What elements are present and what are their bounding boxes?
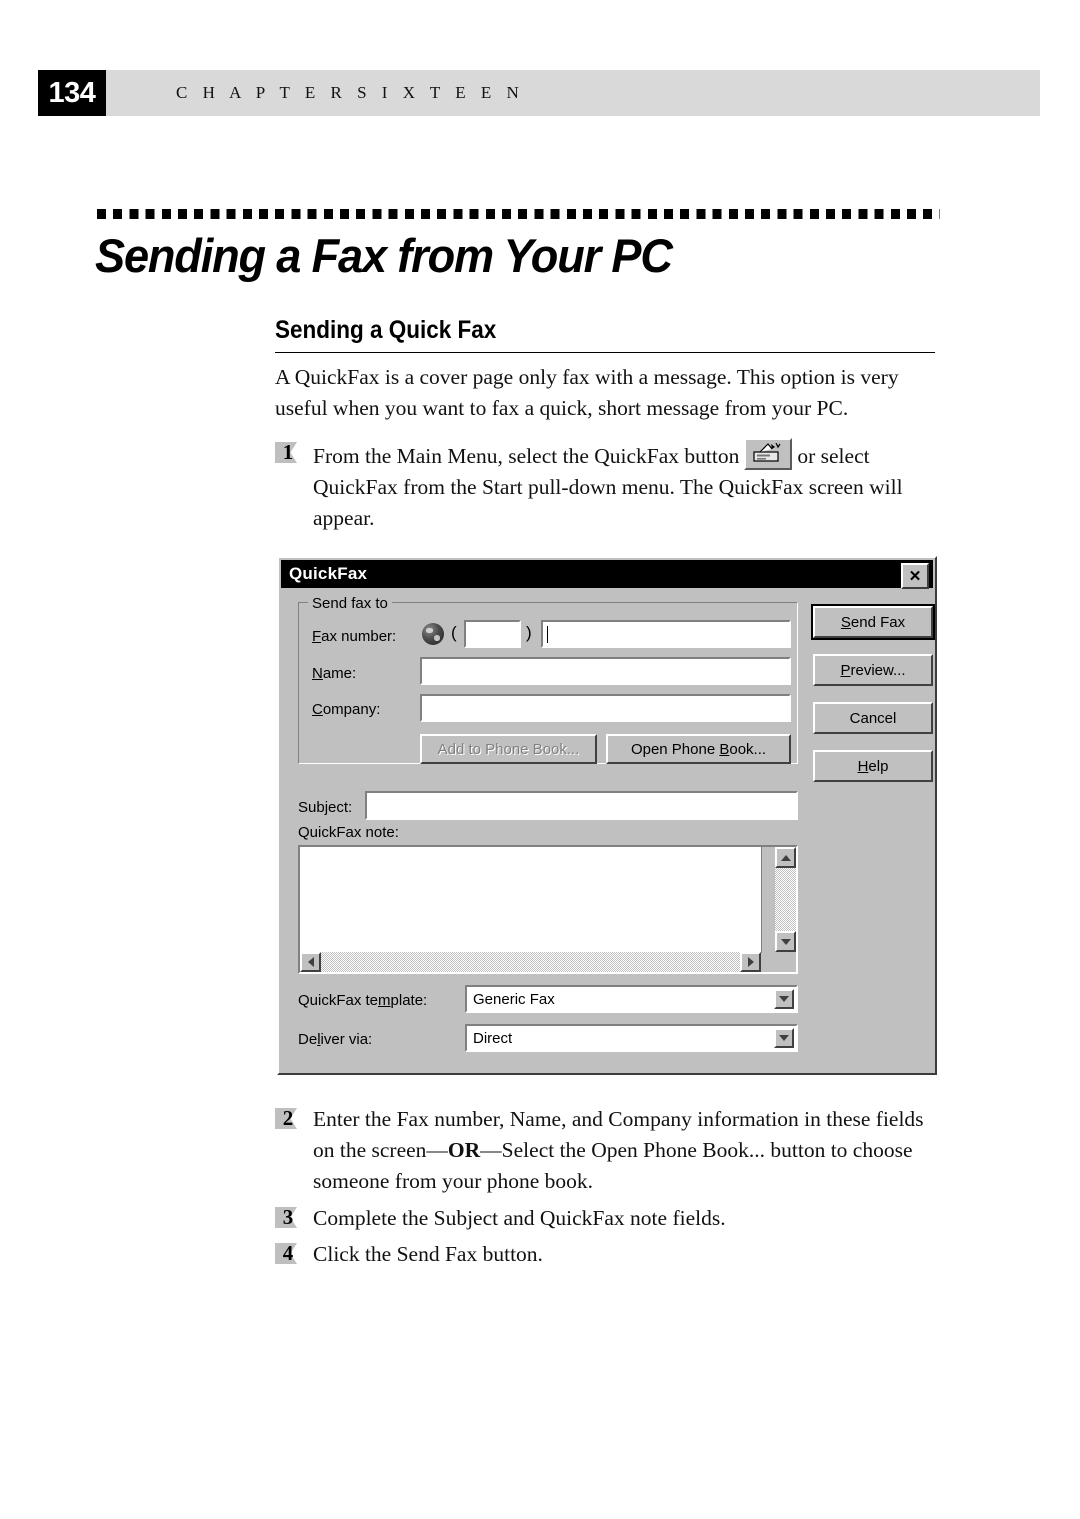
quickfax-template-value: Generic Fax [473,990,555,1008]
open-phone-book-button[interactable]: Open Phone Book... [606,734,791,764]
fax-machine-glyph [753,443,781,462]
close-icon[interactable]: ✕ [901,563,929,589]
fax-machine-icon[interactable] [744,438,793,470]
add-to-phone-book-button[interactable]: Add to Phone Book... [420,734,597,764]
step-number-marker: 1 [275,440,301,464]
step-1-text-before: From the Main Menu, select the QuickFax … [313,444,740,468]
text-caret [547,626,548,643]
cancel-label: Cancel [849,709,897,727]
step-number-marker: 2 [275,1106,301,1130]
step-number-marker: 3 [275,1205,301,1229]
scroll-up-icon[interactable] [775,847,796,868]
preview-label: Preview... [840,661,906,679]
step-1-body: From the Main Menu, select the QuickFax … [313,438,940,534]
send-fax-label: Send Fax [840,613,906,631]
dialog-titlebar[interactable]: QuickFax ✕ [281,560,933,589]
send-fax-button[interactable]: Send Fax [811,604,935,640]
step-2-body: Enter the Fax number, Name, and Company … [313,1104,947,1197]
deliver-via-value: Direct [473,1029,513,1047]
quickfax-note-textarea[interactable] [298,845,798,974]
name-input[interactable] [420,657,791,685]
company-label: Company: [312,701,381,718]
page-title: Sending a Fax from Your PC [95,229,673,282]
name-label: Name: [312,665,357,682]
chapter-label: C H A P T E R S I X T E E N [176,83,525,102]
page-running-header: 134 C H A P T E R S I X T E E N [38,70,1040,116]
area-code-open-paren: ( [451,623,457,642]
fax-number-input[interactable] [541,620,791,648]
area-code-close-paren: ) [526,623,532,642]
step-3-text: Complete the Subject and QuickFax note f… [313,1206,726,1230]
dialog-title: QuickFax [289,564,368,583]
chevron-down-icon[interactable] [774,989,794,1009]
page-number-badge: 134 [38,70,106,116]
cancel-button[interactable]: Cancel [813,702,933,734]
globe-icon [422,623,444,645]
deliver-via-label: Deliver via: [298,1031,373,1048]
quickfax-note-text-surface[interactable] [300,847,762,953]
step-number-marker: 4 [275,1241,301,1265]
help-button[interactable]: Help [813,750,933,782]
quickfax-dialog: QuickFax ✕ Send fax to Fax number: ( ) N… [277,556,937,1075]
section-heading: Sending a Quick Fax [275,316,497,344]
section-underline [275,352,935,353]
fax-number-label: Fax number: [312,628,397,645]
preview-button[interactable]: Preview... [813,654,933,686]
step-4-text: Click the Send Fax button. [313,1242,543,1266]
open-phone-book-label: Open Phone Book... [630,740,767,758]
subject-input[interactable] [365,791,798,820]
step-item-1: 1 From the Main Menu, select the QuickFa… [275,438,940,534]
deliver-via-select[interactable]: Direct [465,1024,798,1052]
quickfax-template-label: QuickFax template: [298,992,428,1009]
send-fax-to-label: Send fax to [308,595,392,612]
note-vertical-scrollbar[interactable] [775,847,796,952]
scroll-right-icon[interactable] [740,952,761,972]
quickfax-template-select[interactable]: Generic Fax [465,985,798,1013]
step-2-emphasis: OR [447,1138,481,1162]
fax-area-code-input[interactable] [464,620,521,648]
scrollbar-corner [775,952,796,972]
scroll-left-icon[interactable] [300,952,321,972]
company-input[interactable] [420,694,791,722]
add-to-phone-book-label: Add to Phone Book... [437,740,580,758]
decorative-dotted-rule [97,209,940,219]
note-horizontal-scrollbar[interactable] [300,952,761,972]
quickfax-note-label: QuickFax note: [298,824,399,841]
intro-paragraph: A QuickFax is a cover page only fax with… [275,365,899,420]
step-item-3: 3 Complete the Subject and QuickFax note… [275,1203,940,1234]
help-label: Help [857,757,889,775]
step-item-2: 2 Enter the Fax number, Name, and Compan… [275,1104,947,1197]
step-item-4: 4 Click the Send Fax button. [275,1239,940,1270]
subject-label: Subject: [298,799,353,816]
scroll-down-icon[interactable] [775,931,796,952]
chevron-down-icon[interactable] [774,1028,794,1048]
